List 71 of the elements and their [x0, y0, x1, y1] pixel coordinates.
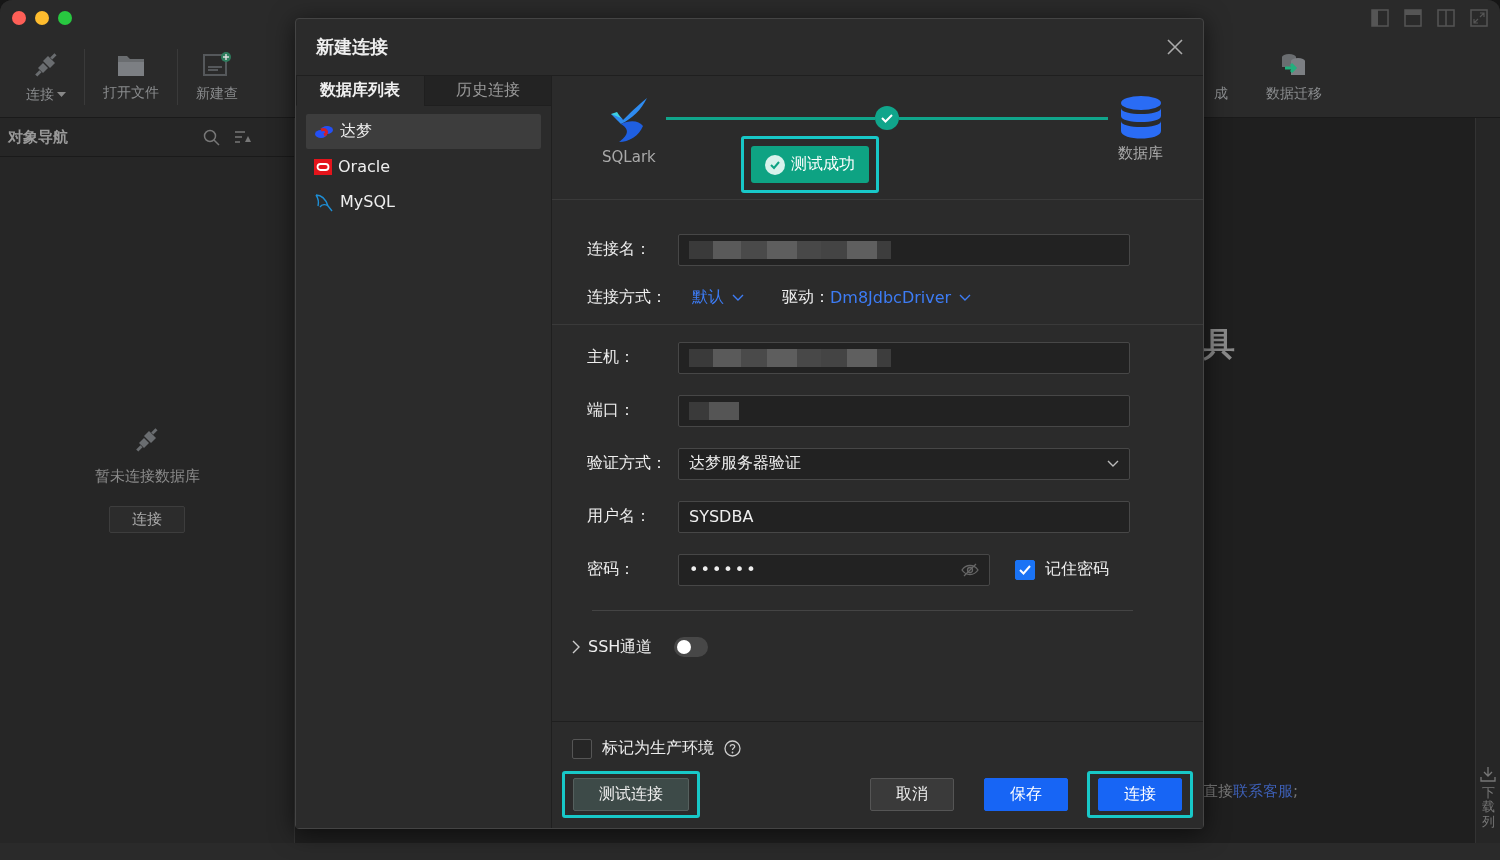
step-label: 数据库 — [1118, 144, 1163, 163]
dialog-button[interactable]: 连接 — [1098, 778, 1182, 811]
chevron-down-icon — [732, 293, 744, 301]
database-item[interactable]: MySQL — [306, 184, 541, 219]
mode-dropdown[interactable]: 默认 — [692, 286, 744, 308]
dialog-button[interactable]: 测试连接 — [573, 778, 689, 811]
caret-icon — [57, 92, 66, 97]
dolphin-icon — [314, 191, 334, 212]
minimize-window-button[interactable] — [35, 11, 49, 25]
field-label: 连接方式： — [587, 286, 668, 308]
checkbox[interactable] — [572, 738, 592, 759]
database-item[interactable]: Oracle — [306, 149, 541, 184]
connect-button[interactable]: 连接 — [109, 506, 185, 533]
toolbar-button[interactable]: 新建查 — [196, 84, 238, 103]
checkmark-icon — [1019, 564, 1031, 575]
chevron-right-icon[interactable] — [572, 640, 580, 654]
field-label: 驱动： — [782, 286, 830, 308]
step-label: SQLark — [602, 148, 656, 166]
dialog-button[interactable]: 取消 — [870, 778, 954, 811]
zoom-window-button[interactable] — [58, 11, 72, 25]
toolbar-button[interactable]: 成 — [1214, 84, 1228, 103]
input-field[interactable] — [678, 341, 1130, 374]
checkbox-label: 记住密码 — [1045, 559, 1109, 580]
checkbox-label: 标记为生产环境 — [602, 738, 714, 759]
field-label: 端口： — [587, 400, 636, 421]
success-badge: 测试成功 — [750, 146, 869, 183]
redacted-value — [689, 401, 739, 420]
panel-title: 对象导航 — [8, 127, 68, 147]
split-panel-icon[interactable] — [1437, 9, 1455, 27]
input-field[interactable] — [678, 394, 1130, 427]
tab[interactable]: 历史连接 — [423, 76, 551, 106]
sql-file-icon — [202, 50, 232, 79]
toolbar-button[interactable]: 数据迁移 — [1266, 84, 1322, 103]
dialog-title: 新建连接 — [316, 35, 388, 59]
dameng-logo-icon — [314, 123, 334, 140]
toolbar-button[interactable]: 打开文件 — [103, 83, 159, 102]
sort-icon[interactable] — [234, 130, 252, 144]
password-field[interactable]: •••••• — [678, 553, 990, 586]
field-label: 连接名： — [587, 239, 652, 260]
field-label: 主机： — [587, 347, 636, 368]
eye-off-icon[interactable] — [961, 562, 979, 577]
top-panel-icon[interactable] — [1404, 9, 1422, 27]
input-field[interactable] — [678, 233, 1130, 266]
help-icon[interactable] — [724, 740, 741, 757]
empty-state-message: 暂未连接数据库 — [94, 467, 200, 486]
check-circle-icon — [764, 154, 785, 175]
oracle-logo-icon — [314, 158, 332, 175]
field-label: 用户名： — [587, 506, 652, 527]
chevron-down-icon — [1107, 460, 1119, 467]
help-text: 直接联系客服; — [1203, 782, 1300, 801]
chevron-down-icon — [959, 293, 972, 301]
select-field[interactable]: 达梦服务器验证 — [678, 447, 1130, 480]
download-list-tab[interactable]: 下载列 — [1481, 786, 1495, 829]
section-label: SSH通道 — [588, 636, 653, 658]
field-label: 验证方式： — [587, 453, 668, 474]
close-icon[interactable] — [1167, 39, 1183, 55]
dialog-button[interactable]: 保存 — [984, 778, 1068, 811]
input-field[interactable]: SYSDBA — [678, 500, 1130, 533]
field-label: 密码： — [587, 559, 636, 580]
left-panel-icon[interactable] — [1371, 9, 1389, 27]
driver-dropdown[interactable]: Dm8JdbcDriver — [830, 287, 972, 307]
checkbox[interactable] — [1015, 559, 1035, 580]
download-icon[interactable] — [1480, 766, 1496, 783]
close-window-button[interactable] — [12, 11, 26, 25]
database-icon — [1119, 96, 1162, 140]
toolbar-button[interactable]: 连接 — [26, 85, 66, 104]
heading: 具 — [1203, 324, 1236, 365]
toggle-switch[interactable] — [674, 637, 709, 657]
search-icon[interactable] — [203, 128, 220, 146]
expand-icon[interactable] — [1470, 9, 1488, 27]
database-item[interactable]: 达梦 — [306, 114, 541, 149]
